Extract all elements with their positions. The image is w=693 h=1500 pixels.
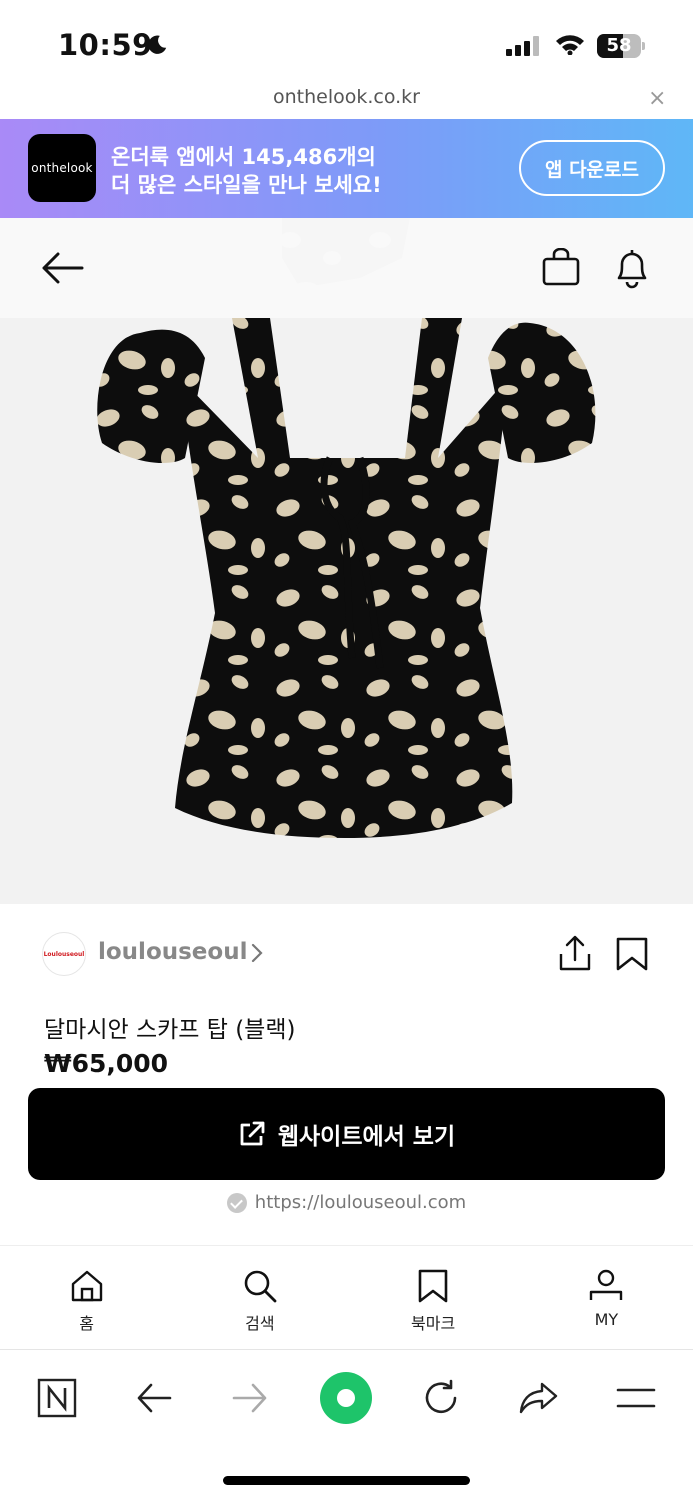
home-indicator[interactable]	[223, 1476, 470, 1485]
brand-row: Loulouseoul loulouseoul	[0, 920, 693, 990]
nav-label-home: 홈	[79, 1314, 94, 1333]
wifi-icon	[556, 35, 584, 55]
search-icon	[244, 1270, 277, 1303]
app-bottom-nav: 홈 검색 북마크 MY	[0, 1245, 693, 1349]
nav-item-my[interactable]: MY	[520, 1246, 693, 1349]
product-header	[0, 218, 693, 318]
visit-website-button[interactable]: 웹사이트에서 보기	[28, 1088, 665, 1180]
cellular-signal-icon	[506, 36, 539, 56]
nav-label-my: MY	[594, 1310, 619, 1329]
moon-icon	[148, 35, 167, 54]
bookmark-icon[interactable]	[615, 936, 649, 972]
bell-icon[interactable]	[613, 246, 651, 290]
brand-name-link[interactable]: loulouseoul	[98, 939, 247, 965]
site-url[interactable]: https://loulouseoul.com	[255, 1192, 466, 1213]
banner-text-line1: 온더룩 앱에서 145,486개의	[111, 145, 376, 169]
nav-label-bookmark: 북마크	[411, 1314, 456, 1333]
battery-level: 58	[606, 35, 632, 56]
onthelook-logo: onthelook	[28, 134, 96, 202]
status-time: 10:59	[58, 28, 153, 62]
close-icon[interactable]: ×	[648, 86, 666, 111]
chevron-right-icon[interactable]	[250, 942, 264, 964]
browser-url-bar[interactable]: onthelook.co.kr ×	[0, 84, 693, 120]
nav-item-home[interactable]: 홈	[0, 1246, 173, 1349]
naver-n-icon[interactable]	[33, 1374, 81, 1422]
share-arrow-icon[interactable]	[514, 1374, 562, 1422]
forward-arrow-icon[interactable]	[226, 1374, 274, 1422]
app-download-button[interactable]: 앱 다운로드	[519, 140, 665, 196]
green-dot-icon[interactable]	[318, 1370, 374, 1426]
product-price: ₩65,000	[44, 1049, 169, 1078]
app-download-banner: onthelook 온더룩 앱에서 145,486개의 더 많은 스타일을 만나…	[0, 119, 693, 218]
menu-icon[interactable]	[612, 1374, 660, 1422]
brand-logo[interactable]: Loulouseoul	[42, 932, 86, 976]
share-icon[interactable]	[557, 934, 593, 972]
battery-icon: 58	[597, 34, 645, 58]
back-arrow-icon[interactable]	[40, 250, 84, 286]
nav-label-search: 검색	[245, 1314, 275, 1333]
user-icon	[590, 1269, 623, 1300]
product-image[interactable]	[0, 218, 693, 904]
nav-item-bookmark[interactable]: 북마크	[347, 1246, 520, 1349]
nav-item-search[interactable]: 검색	[173, 1246, 346, 1349]
status-bar: 10:59 58	[0, 0, 693, 88]
back-arrow-icon[interactable]	[130, 1374, 178, 1422]
external-link-icon	[240, 1121, 265, 1146]
banner-text-line2: 더 많은 스타일을 만나 보세요!	[111, 173, 382, 197]
verified-check-icon	[226, 1192, 247, 1213]
visit-website-label: 웹사이트에서 보기	[277, 1124, 456, 1150]
shopping-bag-icon[interactable]	[541, 248, 581, 288]
site-url-row: https://loulouseoul.com	[0, 1192, 693, 1213]
product-photo	[97, 218, 596, 838]
url-domain[interactable]: onthelook.co.kr	[0, 86, 693, 108]
bookmark-icon	[418, 1269, 448, 1303]
browser-toolbar	[0, 1349, 693, 1500]
home-icon	[71, 1270, 102, 1302]
product-title: 달마시안 스카프 탑 (블랙)	[44, 1017, 296, 1043]
reload-icon[interactable]	[417, 1374, 465, 1422]
